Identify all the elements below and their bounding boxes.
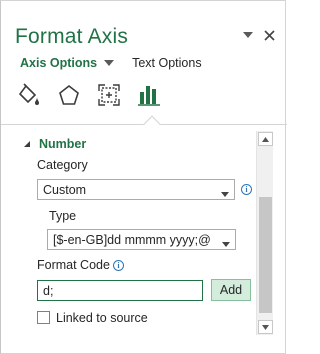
add-button[interactable]: Add [211, 279, 251, 301]
tab-axis-options[interactable]: Axis Options [20, 56, 97, 70]
format-axis-pane: Format Axis Axis Options Text Options Nu… [0, 0, 287, 354]
info-icon[interactable]: i [113, 260, 124, 271]
type-select[interactable]: [$-en-GB]dd mmmm yyyy;@ [47, 229, 236, 250]
category-value: Custom [43, 182, 87, 197]
chevron-down-icon [222, 237, 230, 247]
fill-line-icon[interactable] [17, 83, 41, 107]
size-properties-icon[interactable] [97, 83, 121, 107]
chevron-down-icon [221, 187, 229, 197]
chevron-down-icon[interactable] [104, 58, 115, 68]
category-label: Category [37, 158, 88, 172]
type-label: Type [49, 209, 77, 223]
chevron-down-icon[interactable] [242, 28, 254, 42]
info-icon[interactable]: i [241, 184, 252, 195]
scroll-down-button[interactable] [258, 320, 273, 334]
type-value: [$-en-GB]dd mmmm yyyy;@ [53, 232, 211, 247]
scroll-up-button[interactable] [258, 132, 273, 146]
tab-indicator [143, 115, 161, 133]
effects-icon[interactable] [57, 83, 81, 107]
pane-title-buttons [242, 28, 275, 42]
close-icon[interactable] [263, 28, 275, 42]
section-number-header[interactable]: Number [23, 137, 86, 151]
icon-tabs [17, 83, 161, 107]
linked-to-source-label[interactable]: Linked to source [56, 311, 148, 325]
axis-options-icon[interactable] [137, 83, 161, 107]
section-title: Number [39, 137, 87, 151]
format-code-label: Format Code [37, 258, 110, 272]
format-code-value: d; [43, 283, 54, 298]
pane-title: Format Axis [15, 25, 129, 48]
linked-to-source-checkbox[interactable] [37, 311, 50, 324]
tab-text-options[interactable]: Text Options [132, 56, 201, 70]
options-tabs: Axis Options Text Options [20, 56, 202, 70]
category-select[interactable]: Custom [37, 179, 235, 200]
scroll-thumb[interactable] [259, 197, 272, 313]
collapse-triangle-icon [23, 140, 31, 148]
vertical-scrollbar[interactable] [256, 131, 273, 335]
format-code-input[interactable]: d; [37, 280, 203, 301]
